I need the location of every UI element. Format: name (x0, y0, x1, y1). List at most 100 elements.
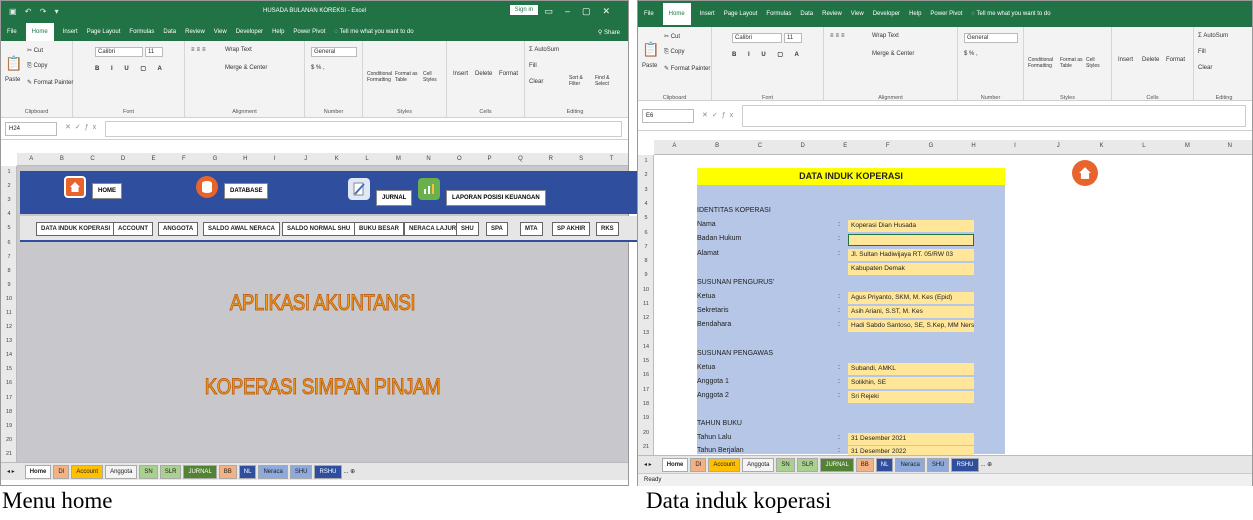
sheet-nav-arrows[interactable]: ◂ ▸ (644, 461, 652, 468)
subnav-data-induk-koperasi[interactable]: DATA INDUK KOPERASI (36, 222, 116, 236)
column-header[interactable]: A (29, 156, 33, 162)
row-header[interactable]: 3 (1, 197, 17, 203)
tab-data[interactable]: Data (800, 11, 813, 17)
fx-icon[interactable]: ✕✓ƒx (65, 123, 100, 131)
insert-button[interactable]: Insert (1118, 57, 1133, 63)
column-header[interactable]: J (1057, 143, 1060, 149)
column-header[interactable]: K (1100, 143, 1104, 149)
row-header[interactable]: 12 (1, 324, 17, 330)
column-header[interactable]: P (488, 156, 492, 162)
column-header[interactable]: H (243, 156, 247, 162)
home-icon[interactable] (1072, 160, 1098, 186)
tab-file[interactable]: File (7, 29, 17, 35)
tell-me-search[interactable]: ◌ Tell me what you want to do (971, 11, 1050, 17)
merge-center-button[interactable]: Merge & Center (872, 51, 914, 57)
sheet-tab-rshu[interactable]: RSHU (951, 457, 979, 472)
font-style-buttons[interactable]: B I U ▢ A (732, 51, 804, 58)
row-header[interactable]: 13 (1, 338, 17, 344)
conditional-formatting-button[interactable]: Conditional Formatting (367, 71, 397, 83)
fx-icon[interactable]: ✕✓ƒx (702, 111, 737, 119)
row-header[interactable]: 17 (1, 395, 17, 401)
column-header[interactable]: E (843, 143, 847, 149)
value-anggota-2[interactable]: Sri Rejeki (848, 391, 974, 403)
row-header[interactable]: 15 (1, 366, 17, 372)
share-button[interactable]: ⚲ Share (598, 29, 620, 36)
sheet-tab-neraca[interactable]: Neraca (258, 464, 288, 479)
fill-button[interactable]: Fill (1198, 49, 1206, 55)
row-header[interactable]: 20 (638, 430, 654, 436)
subnav-sp-akhir[interactable]: SP AKHIR (552, 222, 591, 236)
row-header[interactable]: 18 (1, 409, 17, 415)
format-as-table-button[interactable]: Format as Table (1060, 57, 1086, 69)
name-box[interactable]: H24 (5, 122, 57, 136)
tab-home[interactable]: Home (662, 3, 691, 25)
home-button[interactable]: HOME (92, 183, 122, 199)
row-header[interactable]: 4 (638, 201, 654, 207)
tab-developer[interactable]: Developer (236, 29, 263, 35)
row-header[interactable]: 6 (1, 240, 17, 246)
tab-home[interactable]: Home (25, 23, 54, 41)
wrap-text-button[interactable]: Wrap Text (225, 47, 252, 53)
tab-review[interactable]: Review (185, 29, 205, 35)
subnav-shu[interactable]: SHU (456, 222, 479, 236)
subnav-account[interactable]: ACCOUNT (113, 222, 153, 236)
sheet-tab-shu[interactable]: SHU (926, 457, 950, 472)
row-header[interactable]: 2 (1, 183, 17, 189)
jurnal-button[interactable]: JURNAL (376, 190, 413, 206)
subnav-neraca-lajur[interactable]: NERACA LAJUR (404, 222, 462, 236)
sheet-tab-sn[interactable]: SN (776, 457, 795, 472)
row-header[interactable]: 2 (638, 172, 654, 178)
subnav-saldo-awal-neraca[interactable]: SALDO AWAL NERACA (203, 222, 281, 236)
tab-formulas[interactable]: Formulas (766, 11, 791, 17)
format-as-table-button[interactable]: Format as Table (395, 71, 421, 83)
row-header[interactable]: 6 (638, 230, 654, 236)
sheet-tab-sn[interactable]: SN (139, 464, 158, 479)
sheet-tab-anggota[interactable]: Anggota (742, 457, 775, 472)
row-header[interactable]: 1 (1, 169, 17, 175)
row-header[interactable]: 13 (638, 330, 654, 336)
row-header[interactable]: 5 (638, 215, 654, 221)
row-header[interactable]: 16 (638, 372, 654, 378)
column-header[interactable]: A (672, 143, 676, 149)
align-icon[interactable]: ≡≡≡ (191, 47, 208, 53)
tab-power-pivot[interactable]: Power Pivot (930, 11, 962, 17)
tab-view[interactable]: View (214, 29, 227, 35)
font-name-select[interactable]: Calibri (732, 33, 782, 43)
paste-icon[interactable]: 📋 (642, 41, 659, 58)
row-header[interactable]: 12 (638, 315, 654, 321)
name-box[interactable]: E6 (642, 109, 694, 123)
row-header[interactable]: 10 (638, 287, 654, 293)
column-header[interactable]: O (457, 156, 462, 162)
format-painter-button[interactable]: ✎ Format Painter (664, 65, 710, 72)
tab-help[interactable]: Help (909, 11, 921, 17)
value-alamat[interactable]: Jl. Sultan Hadiwijaya RT. 05/RW 03 (848, 249, 974, 261)
row-header[interactable]: 11 (1, 310, 17, 316)
sheet-tab-nl[interactable]: NL (875, 457, 894, 472)
tab-developer[interactable]: Developer (873, 11, 900, 17)
cut-button[interactable]: ✂ Cut (664, 33, 680, 40)
font-name-select[interactable]: Calibri (95, 47, 143, 57)
percent-icon[interactable]: $ % , (311, 65, 325, 71)
sheet-tab-home[interactable]: Home (24, 464, 52, 479)
font-size-select[interactable]: 11 (784, 33, 802, 43)
insert-button[interactable]: Insert (453, 71, 468, 77)
align-icon[interactable]: ≡≡≡ (830, 33, 847, 39)
tab-view[interactable]: View (851, 11, 864, 17)
tab-data[interactable]: Data (163, 29, 176, 35)
clear-button[interactable]: Clear (1198, 65, 1212, 71)
sign-in-button[interactable]: Sign in (509, 5, 538, 15)
row-header[interactable]: 7 (638, 244, 654, 250)
subnav-buku-besar[interactable]: BUKU BESAR (354, 222, 405, 236)
tab-page-layout[interactable]: Page Layout (724, 11, 758, 17)
row-header[interactable]: 18 (638, 401, 654, 407)
row-header[interactable]: 17 (638, 387, 654, 393)
subnav-saldo-normal-shu[interactable]: SALDO NORMAL SHU (282, 222, 356, 236)
sheet-tab-neraca[interactable]: Neraca (895, 457, 925, 472)
delete-button[interactable]: Delete (475, 71, 492, 77)
row-header[interactable]: 14 (1, 352, 17, 358)
row-header[interactable]: 10 (1, 296, 17, 302)
sheet-tab-account[interactable]: Account (708, 457, 741, 472)
sheet-tab-jurnal[interactable]: JURNAL (183, 464, 217, 479)
row-header[interactable]: 16 (1, 380, 17, 386)
column-header[interactable]: K (335, 156, 339, 162)
